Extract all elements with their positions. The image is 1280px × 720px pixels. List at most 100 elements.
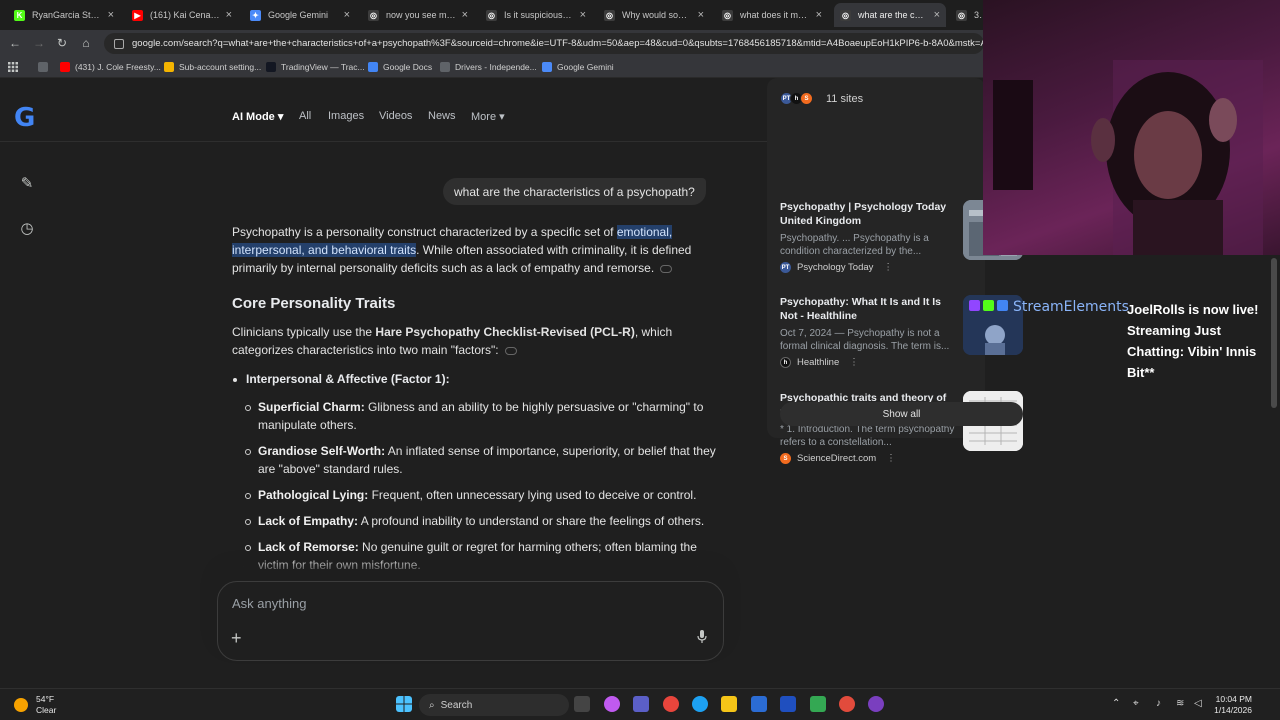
apps-icon[interactable] bbox=[8, 60, 18, 74]
file-explorer-icon[interactable] bbox=[721, 696, 737, 712]
bookmark-label: Sub-account setting... bbox=[179, 62, 262, 72]
tab-title: what does it mean bbox=[740, 10, 810, 20]
tab-favicon-icon: ◎ bbox=[956, 9, 967, 21]
search-icon: ⌕ bbox=[429, 699, 435, 711]
windows-start-icon[interactable] bbox=[396, 696, 412, 712]
tab-favicon-icon: ✦ bbox=[250, 9, 261, 21]
tab-more[interactable]: More ▾ bbox=[471, 110, 505, 123]
close-tab-icon[interactable]: × bbox=[934, 9, 940, 21]
bookmark-item[interactable]: Sub-account setting... bbox=[164, 60, 261, 74]
source-snippet: Oct 7, 2024 — Psychopathy is not a forma… bbox=[780, 328, 950, 352]
tray-overflow-icon[interactable]: ⌃ bbox=[1112, 698, 1120, 709]
app-icon[interactable] bbox=[810, 696, 826, 712]
tab-videos[interactable]: Videos bbox=[379, 110, 412, 122]
tab-news[interactable]: News bbox=[428, 110, 456, 122]
copilot-icon[interactable] bbox=[604, 696, 620, 712]
browser-tab[interactable]: ▶ (161) Kai Cenat QU × bbox=[126, 3, 238, 27]
close-tab-icon[interactable]: × bbox=[580, 9, 586, 21]
address-bar[interactable]: google.com/search?q=what+are+the+charact… bbox=[104, 33, 984, 54]
chrome-profile-icon[interactable] bbox=[839, 696, 855, 712]
browser-tab[interactable]: ◎ now you see me - C × bbox=[362, 3, 474, 27]
close-tab-icon[interactable]: × bbox=[108, 9, 114, 21]
add-icon[interactable]: + bbox=[231, 628, 242, 649]
browser-tab[interactable]: K RyanGarcia Stream × bbox=[8, 3, 120, 27]
google-logo[interactable]: G bbox=[14, 104, 42, 132]
source-title[interactable]: Psychopathy | Psychology Today United Ki… bbox=[780, 200, 956, 228]
weather-icon bbox=[14, 698, 28, 712]
kick-icon bbox=[983, 300, 994, 311]
browser-tab[interactable]: ✦ Google Gemini × bbox=[244, 3, 356, 27]
source-link-icon[interactable] bbox=[504, 346, 517, 355]
source-snippet: * 1. Introduction. The term psychopathy … bbox=[780, 424, 955, 448]
close-tab-icon[interactable]: × bbox=[816, 9, 822, 21]
volume-icon[interactable]: ◁ bbox=[1194, 698, 1202, 709]
sites-count[interactable]: PT h S 11 sites bbox=[780, 92, 863, 106]
more-options-icon[interactable]: ⋮ bbox=[883, 262, 893, 273]
stream-alert-banner: StreamElements JoelRolls is now live! St… bbox=[969, 298, 1280, 382]
ask-input-box[interactable]: Ask anything + bbox=[217, 581, 724, 661]
tab-all[interactable]: All bbox=[299, 110, 311, 122]
microphone-icon[interactable] bbox=[697, 630, 707, 644]
alert-icons bbox=[969, 300, 1011, 311]
browser-tab[interactable]: ◎ what are the chara × bbox=[834, 3, 946, 27]
bookmark-item[interactable]: (431) J. Cole Freesty... bbox=[60, 60, 161, 74]
tab-title: what are the chara bbox=[858, 10, 928, 20]
source-link-icon[interactable] bbox=[660, 264, 673, 273]
bookmark-label: TradingView — Trac... bbox=[281, 62, 365, 72]
show-all-button[interactable]: Show all bbox=[780, 402, 1023, 426]
tab-ai-mode[interactable]: AI Mode ▾ bbox=[232, 110, 283, 123]
windows-taskbar: 54°F Clear ⌕ Search ⌃ ⌖ ♪ ≋ ◁ 10:04 PM 1/14… bbox=[0, 688, 1280, 720]
bookmark-label: Google Gemini bbox=[557, 62, 614, 72]
reload-icon[interactable]: ↻ bbox=[53, 34, 71, 52]
user-query-bubble: what are the characteristics of a psycho… bbox=[443, 178, 706, 205]
browser-tab[interactable]: ◎ what does it mean × bbox=[716, 3, 828, 27]
task-view-icon[interactable] bbox=[574, 696, 590, 712]
history-icon[interactable]: ◷ bbox=[17, 218, 37, 238]
taskbar-clock[interactable]: 10:04 PM 1/14/2026 bbox=[1206, 694, 1252, 716]
bookmark-item[interactable]: Drivers - Independe... bbox=[440, 60, 537, 74]
pclr-paragraph: Clinicians typically use the Hare Psycho… bbox=[232, 325, 673, 357]
site-info-icon[interactable] bbox=[114, 38, 124, 49]
bookmark-favicon-icon bbox=[164, 62, 174, 72]
new-chat-icon[interactable]: ✎ bbox=[17, 173, 37, 193]
section-heading: Core Personality Traits bbox=[232, 295, 396, 312]
mic-tray-icon[interactable]: ♪ bbox=[1156, 698, 1161, 709]
taskbar-search[interactable]: ⌕ Search bbox=[419, 694, 569, 716]
outlook-icon[interactable] bbox=[780, 696, 796, 712]
bookmark-item[interactable]: TradingView — Trac... bbox=[266, 60, 365, 74]
close-tab-icon[interactable]: × bbox=[462, 9, 468, 21]
ask-input-placeholder[interactable]: Ask anything bbox=[232, 596, 306, 611]
bookmark-item[interactable]: Google Docs bbox=[368, 60, 432, 74]
teams-icon[interactable] bbox=[633, 696, 649, 712]
bookmark-favicon-icon bbox=[60, 62, 70, 72]
back-icon[interactable]: ← bbox=[6, 34, 24, 52]
obs-icon[interactable] bbox=[868, 696, 884, 712]
bookmark-label: Google Docs bbox=[383, 62, 433, 72]
bookmark-favicon-icon bbox=[440, 62, 450, 72]
forward-icon[interactable]: → bbox=[30, 34, 48, 52]
answer-intro: Psychopathy is a personality construct c… bbox=[232, 225, 692, 275]
source-snippet: Psychopathy. ... Psychopathy is a condit… bbox=[780, 233, 929, 257]
url-text: google.com/search?q=what+are+the+charact… bbox=[132, 38, 984, 49]
location-icon[interactable]: ⌖ bbox=[1133, 698, 1139, 709]
bookmark-label: (431) J. Cole Freesty... bbox=[75, 62, 161, 72]
home-icon[interactable]: ⌂ bbox=[77, 34, 95, 52]
tab-images[interactable]: Images bbox=[328, 110, 364, 122]
store-icon[interactable] bbox=[751, 696, 767, 712]
source-title[interactable]: Psychopathy: What It Is and It Is Not - … bbox=[780, 295, 956, 323]
browser-tab[interactable]: ◎ Why would someo × bbox=[598, 3, 710, 27]
tab-favicon-icon: ◎ bbox=[486, 9, 497, 21]
close-tab-icon[interactable]: × bbox=[698, 9, 704, 21]
more-options-icon[interactable]: ⋮ bbox=[886, 453, 896, 464]
more-options-icon[interactable]: ⋮ bbox=[849, 357, 859, 368]
edge-icon[interactable] bbox=[692, 696, 708, 712]
wifi-icon[interactable]: ≋ bbox=[1176, 698, 1184, 709]
close-tab-icon[interactable]: × bbox=[344, 9, 350, 21]
weather-widget[interactable]: 54°F Clear bbox=[14, 694, 56, 716]
browser-tab[interactable]: ◎ Is it suspicious for s × bbox=[480, 3, 592, 27]
bookmark-item[interactable]: Google Gemini bbox=[542, 60, 614, 74]
streamelements-label: StreamElements bbox=[1013, 299, 1129, 315]
bookmark-item[interactable] bbox=[38, 60, 53, 74]
chrome-icon[interactable] bbox=[663, 696, 679, 712]
close-tab-icon[interactable]: × bbox=[226, 9, 232, 21]
